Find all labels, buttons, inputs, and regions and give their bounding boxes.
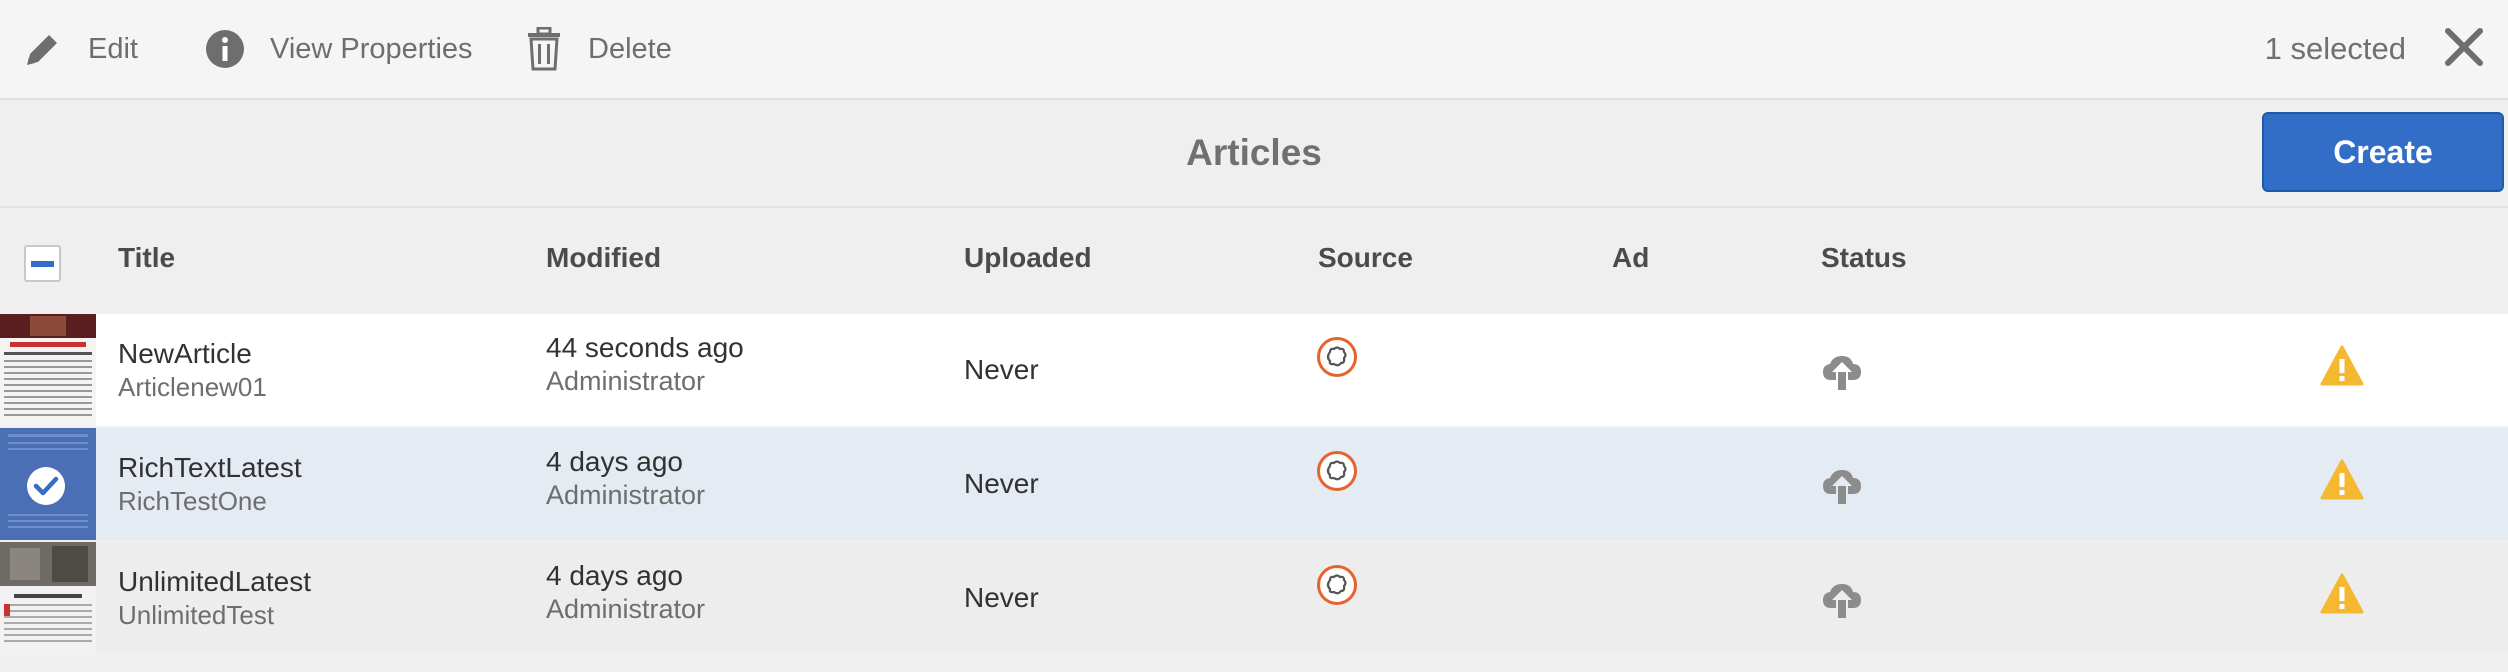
upload-cloud-icon: [1820, 466, 1864, 511]
selection-count: 1 selected: [2264, 31, 2406, 66]
column-header-uploaded[interactable]: Uploaded: [964, 208, 1092, 308]
warning-icon[interactable]: [2320, 344, 2364, 393]
column-header-modified[interactable]: Modified: [546, 208, 661, 308]
view-properties-button[interactable]: View Properties: [204, 0, 473, 98]
action-bar: Edit View Properties Delete 1 selected: [0, 0, 2508, 100]
warning-icon[interactable]: [2320, 458, 2364, 507]
table-row[interactable]: UnlimitedLatest UnlimitedTest 4 days ago…: [0, 542, 2508, 654]
upload-cloud-icon: [1820, 580, 1864, 625]
modified-by: Administrator: [546, 594, 706, 624]
article-title: RichTextLatest: [118, 452, 302, 483]
article-title: NewArticle: [118, 338, 252, 369]
modified-by: Administrator: [546, 480, 706, 510]
close-selection-button[interactable]: [2442, 25, 2486, 69]
column-header-source[interactable]: Source: [1318, 208, 1413, 308]
uploaded-status: Never: [964, 468, 1039, 499]
upload-cloud-icon: [1820, 352, 1864, 397]
article-thumbnail: [0, 542, 96, 654]
selected-checkmark-icon[interactable]: [26, 466, 66, 511]
title-bar: Articles Create: [0, 100, 2508, 208]
modified-time: 44 seconds ago: [546, 332, 744, 363]
pencil-icon: [22, 28, 64, 70]
modified-time: 4 days ago: [546, 560, 683, 591]
column-header-title[interactable]: Title: [118, 208, 175, 308]
table-row[interactable]: NewArticle Articlenew01 44 seconds ago A…: [0, 314, 2508, 426]
select-all-checkbox[interactable]: [24, 245, 61, 282]
uploaded-status: Never: [964, 582, 1039, 613]
close-icon: [2442, 28, 2486, 73]
source-cloud-icon: [1316, 564, 1358, 611]
source-cloud-icon: [1316, 450, 1358, 497]
warning-icon[interactable]: [2320, 572, 2364, 621]
article-name: UnlimitedTest: [118, 600, 275, 630]
column-header-ad[interactable]: Ad: [1612, 208, 1649, 308]
page-title: Articles: [1186, 132, 1322, 173]
modified-by: Administrator: [546, 366, 706, 396]
view-properties-label: View Properties: [270, 32, 473, 65]
column-header-status[interactable]: Status: [1821, 208, 1907, 308]
table-row[interactable]: RichTextLatest RichTestOne 4 days ago Ad…: [0, 428, 2508, 540]
article-title: UnlimitedLatest: [118, 566, 311, 597]
info-icon: [204, 28, 246, 70]
uploaded-status: Never: [964, 354, 1039, 385]
delete-label: Delete: [588, 32, 672, 65]
create-button[interactable]: Create: [2262, 112, 2504, 192]
article-thumbnail: [0, 314, 96, 426]
source-cloud-icon: [1316, 336, 1358, 383]
delete-button[interactable]: Delete: [524, 0, 672, 98]
table-header: Title Modified Uploaded Source Ad Status: [0, 208, 2508, 308]
edit-label: Edit: [88, 32, 138, 65]
modified-time: 4 days ago: [546, 446, 683, 477]
article-name: Articlenew01: [118, 372, 267, 402]
trash-icon: [524, 27, 564, 71]
article-name: RichTestOne: [118, 486, 267, 516]
edit-button[interactable]: Edit: [22, 0, 138, 98]
